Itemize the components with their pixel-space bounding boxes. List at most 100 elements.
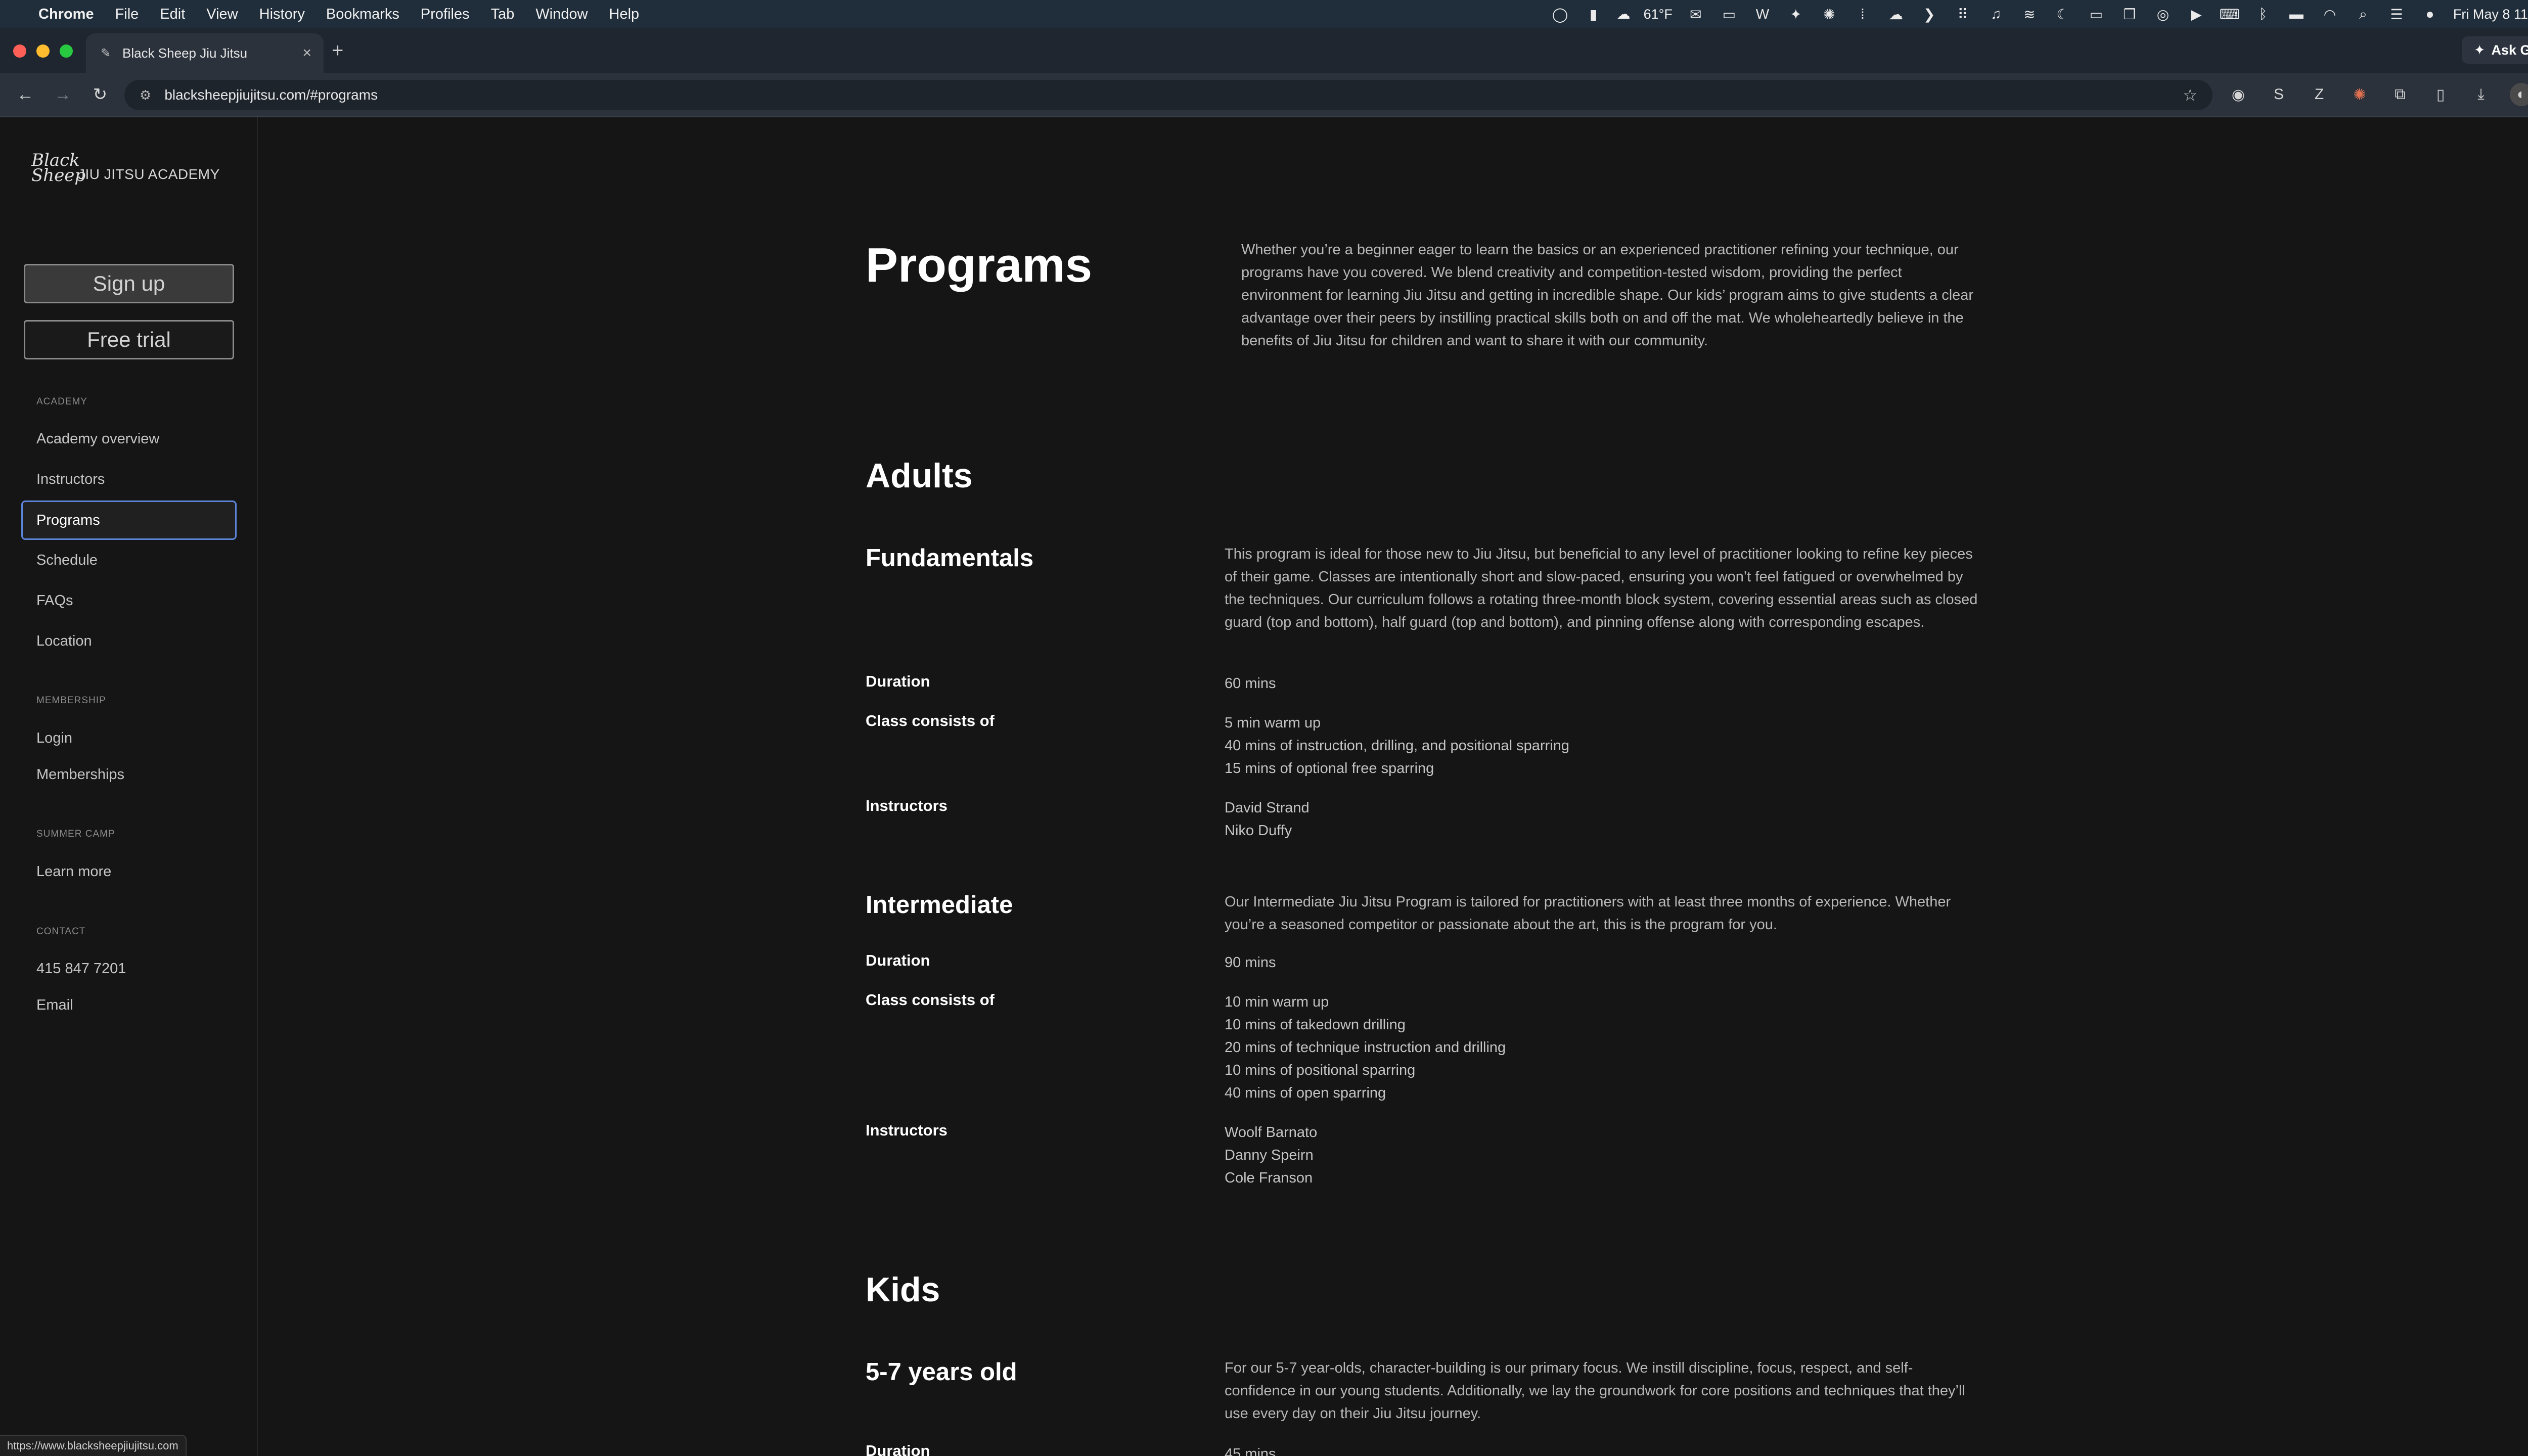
address-url[interactable]: blacksheepjiujitsu.com/#programs	[164, 87, 2183, 103]
weather-icon[interactable]: ☁	[1617, 7, 1631, 22]
browser-tab-active[interactable]: ✎ Black Sheep Jiu Jitsu ×	[86, 33, 324, 73]
tab-title: Black Sheep Jiu Jitsu	[122, 45, 248, 61]
windows-icon[interactable]: ❐	[2119, 4, 2140, 24]
sidebar-heading-contact: CONTACT	[36, 926, 86, 937]
sidebar-item-faqs[interactable]: FAQs	[36, 593, 73, 609]
sparkle-icon[interactable]: ✦	[1786, 4, 1806, 24]
bookmark-star-icon[interactable]: ☆	[2183, 85, 2197, 105]
intermediate-class-item: 10 mins of positional sparring	[1225, 1062, 1416, 1078]
ask-gemini-button[interactable]: ✦ Ask Gemini	[2461, 36, 2528, 64]
logo-mark: Black Sheep	[31, 150, 86, 186]
sidebar-item-learn-more[interactable]: Learn more	[36, 863, 111, 880]
sidebar-item-instructors[interactable]: Instructors	[36, 471, 105, 488]
macos-menu-bar: Chrome File Edit View History Bookmarks …	[0, 0, 2528, 28]
weather-temp[interactable]: 61°F	[1644, 7, 1673, 22]
cloud-sync-icon[interactable]: ☁	[1886, 4, 1906, 24]
address-bar[interactable]: ⚙ blacksheepjiujitsu.com/#programs ☆	[124, 80, 2213, 110]
sidebar-item-schedule[interactable]: Schedule	[36, 552, 98, 569]
intermediate-instructor-link[interactable]: Danny Speirn	[1225, 1144, 1314, 1167]
profile-avatar-icon[interactable]: ◐	[2510, 83, 2528, 106]
menu-bar-tray: ◯ ▮ ☁ 61°F ✉ ▭ W ✦ ✺ ⁞ ☁ ❯ ⠿ ♫ ≋ ☾ ▭ ❐ ◎…	[1550, 0, 2528, 28]
menu-file[interactable]: File	[115, 6, 139, 23]
extensions-puzzle-icon[interactable]: ⧉	[2388, 83, 2412, 106]
menu-edit[interactable]: Edit	[160, 6, 185, 23]
sidebar-item-academy-overview[interactable]: Academy overview	[36, 431, 159, 447]
fundamentals-description: This program is ideal for those new to J…	[1225, 546, 1978, 630]
menu-bookmarks[interactable]: Bookmarks	[326, 6, 399, 23]
menu-app-chrome[interactable]: Chrome	[38, 6, 94, 23]
menu-help[interactable]: Help	[609, 6, 640, 23]
fundamentals-instructors-label: Instructors	[866, 797, 947, 814]
burst-extension-icon[interactable]: ✺	[2348, 83, 2371, 106]
sidebar-item-location[interactable]: Location	[36, 633, 92, 650]
free-trial-button[interactable]: Free trial	[24, 320, 234, 359]
siri-icon[interactable]: ●	[2420, 4, 2440, 24]
audio-icon[interactable]: ▮	[1584, 4, 1604, 24]
record-icon[interactable]: ◯	[1550, 4, 1570, 24]
sidebar-item-phone[interactable]: 415 847 7201	[36, 961, 126, 977]
control-center-icon[interactable]: ☰	[2386, 4, 2407, 24]
display-icon[interactable]: ▭	[2086, 4, 2106, 24]
intermediate-duration-value: 90 mins	[1225, 954, 1276, 971]
browser-tab-strip: ✎ Black Sheep Jiu Jitsu × + ✦ Ask Gemini	[0, 28, 2528, 73]
sidebar-heading-summer-camp: SUMMER CAMP	[36, 829, 115, 839]
intermediate-instructor-link[interactable]: Woolf Barnato	[1225, 1121, 1317, 1144]
bluetooth-icon[interactable]: ᛒ	[2253, 4, 2273, 24]
camera-extension-icon[interactable]: ◉	[2227, 83, 2250, 106]
fundamentals-instructor-link[interactable]: Niko Duffy	[1225, 820, 1292, 842]
side-panel-icon[interactable]: ▯	[2429, 83, 2452, 106]
z-extension-icon[interactable]: Z	[2308, 83, 2331, 106]
intermediate-instructor-link[interactable]: Cole Franson	[1225, 1167, 1313, 1190]
kids-5-7-duration-label: Duration	[866, 1442, 930, 1456]
bars-icon[interactable]: ≋	[2019, 4, 2040, 24]
section-heading-adults: Adults	[866, 457, 973, 495]
headphones-icon[interactable]: ♫	[1986, 4, 2006, 24]
menu-view[interactable]: View	[206, 6, 238, 23]
menu-history[interactable]: History	[259, 6, 305, 23]
intermediate-class-label: Class consists of	[866, 991, 995, 1009]
mail-icon[interactable]: ✉	[1686, 4, 1706, 24]
tab-close-icon[interactable]: ×	[302, 44, 311, 62]
sidebar-item-login[interactable]: Login	[36, 730, 72, 747]
window-minimize-button[interactable]	[36, 44, 50, 58]
signup-button[interactable]: Sign up	[24, 264, 234, 303]
tab-favicon-icon: ✎	[100, 46, 111, 60]
sidebar-item-email[interactable]: Email	[36, 997, 73, 1014]
menu-tab[interactable]: Tab	[491, 6, 515, 23]
airdrop-icon[interactable]: ◎	[2153, 4, 2173, 24]
intermediate-duration-label: Duration	[866, 951, 930, 969]
reload-button[interactable]: ↻	[88, 82, 112, 107]
forward-button[interactable]: →	[51, 82, 75, 107]
keyboard-icon[interactable]: ⌨	[2220, 4, 2240, 24]
menu-profiles[interactable]: Profiles	[421, 6, 470, 23]
w-app-icon[interactable]: W	[1752, 4, 1773, 24]
fundamentals-instructor-link[interactable]: David Strand	[1225, 797, 1310, 820]
apps-grid-icon[interactable]: ⠿	[1953, 4, 1973, 24]
sidebar-item-memberships[interactable]: Memberships	[36, 766, 124, 783]
moon-icon[interactable]: ☾	[2053, 4, 2073, 24]
window-close-button[interactable]	[13, 44, 26, 58]
s-extension-icon[interactable]: S	[2267, 83, 2290, 106]
program-title-fundamentals: Fundamentals	[866, 544, 1034, 572]
wifi-icon[interactable]: ◠	[2320, 4, 2340, 24]
site-settings-icon[interactable]: ⚙	[140, 87, 151, 103]
message-icon[interactable]: ▭	[1719, 4, 1739, 24]
intermediate-class-item: 10 mins of takedown drilling	[1225, 1017, 1406, 1033]
kids-5-7-description: For our 5-7 year-olds, character-buildin…	[1225, 1360, 1965, 1422]
menu-window[interactable]: Window	[535, 6, 588, 23]
play-icon[interactable]: ▶	[2186, 4, 2206, 24]
window-zoom-button[interactable]	[60, 44, 73, 58]
site-logo[interactable]: Black Sheep JIU JITSU ACADEMY	[31, 150, 220, 196]
spotlight-search-icon[interactable]: ⌕	[2353, 4, 2373, 24]
menu-bar-clock[interactable]: Fri May 8 11:35 AM	[2453, 7, 2528, 22]
chevron-right-icon[interactable]: ❯	[1919, 4, 1939, 24]
programs-intro: Whether you’re a beginner eager to learn…	[1241, 242, 1974, 349]
download-icon[interactable]: ⤓	[2469, 83, 2493, 106]
sidebar-item-programs[interactable]: Programs	[21, 500, 237, 540]
back-button[interactable]: ←	[13, 82, 37, 107]
fundamentals-class-item: 15 mins of optional free sparring	[1225, 760, 1434, 777]
new-tab-button[interactable]: +	[332, 39, 343, 62]
battery-icon[interactable]: ▬	[2286, 4, 2307, 24]
sun-icon[interactable]: ✺	[1819, 4, 1839, 24]
grid-dots-icon[interactable]: ⁞	[1853, 4, 1873, 24]
